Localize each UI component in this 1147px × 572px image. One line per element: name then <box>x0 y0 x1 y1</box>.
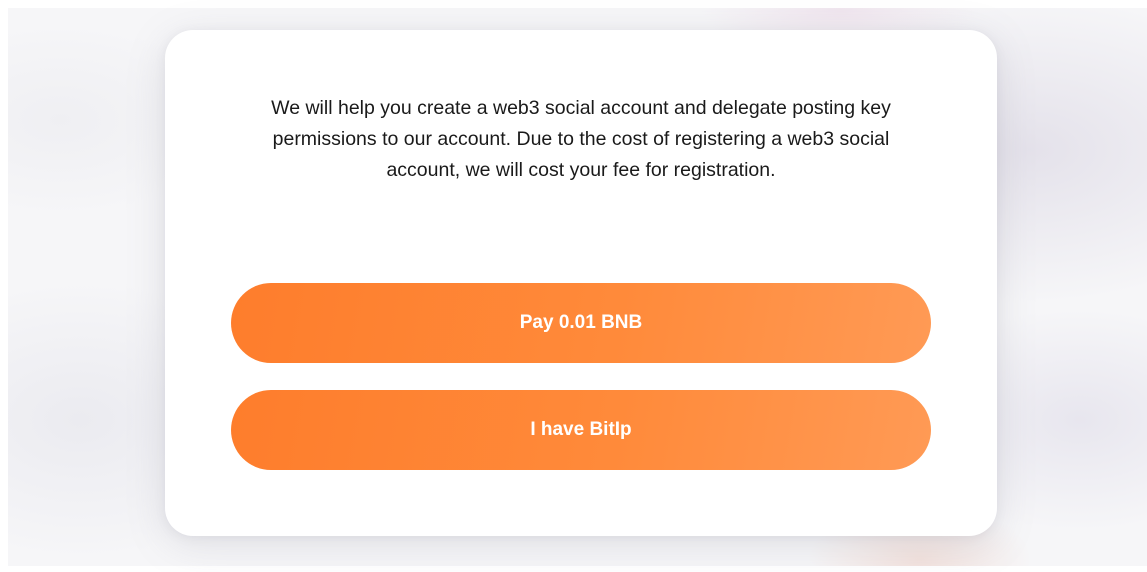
have-bitip-button[interactable]: I have BitIp <box>231 390 931 470</box>
backdrop-edge-left <box>0 0 8 572</box>
pay-bnb-button[interactable]: Pay 0.01 BNB <box>231 283 931 363</box>
registration-dialog: We will help you create a web3 social ac… <box>165 30 997 536</box>
backdrop-edge-bottom <box>0 566 1147 572</box>
dialog-message: We will help you create a web3 social ac… <box>271 97 891 181</box>
backdrop-edge-top <box>0 0 1147 8</box>
